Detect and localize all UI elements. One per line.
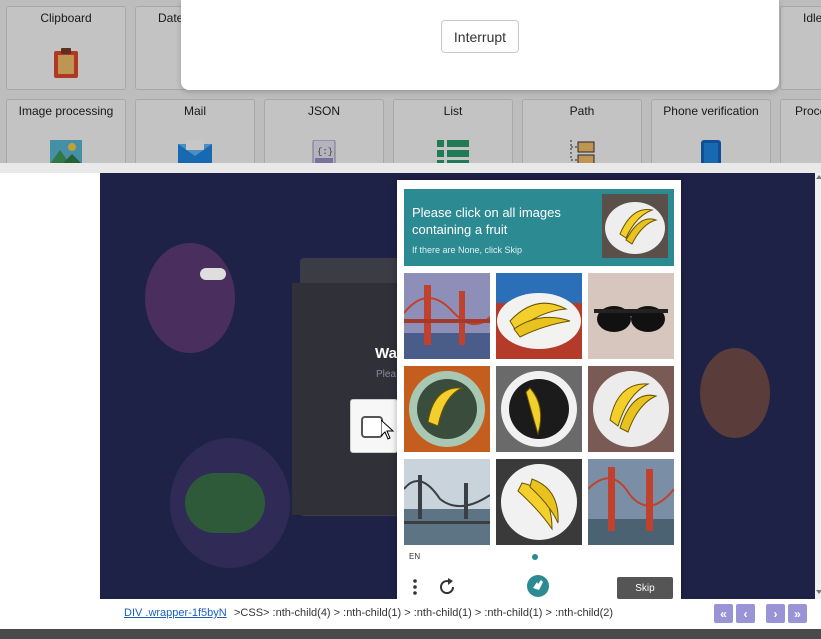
tile-mail[interactable]: Mail	[135, 99, 255, 163]
json-file-icon: {:}	[311, 139, 337, 163]
preview-scrollbar[interactable]	[815, 173, 821, 599]
chevron-right-icon: ›	[773, 606, 778, 621]
page-indicator-dot	[532, 554, 538, 560]
captcha-tile-bridge[interactable]	[404, 459, 490, 545]
app-root: Clipboard Date Idle Image processing Mai…	[0, 0, 821, 639]
more-options-icon[interactable]	[411, 578, 419, 596]
tile-label: Path	[569, 104, 595, 118]
language-selector[interactable]: EN	[409, 552, 420, 561]
status-strip	[0, 629, 821, 639]
running-modal: Interrupt	[181, 0, 779, 90]
captcha-tile-banana[interactable]	[496, 273, 582, 359]
svg-text:{:}: {:}	[317, 147, 333, 157]
image-icon	[50, 140, 82, 163]
first-element-button[interactable]: «	[714, 604, 733, 623]
scroll-down-icon[interactable]	[816, 590, 821, 594]
mouse-cursor-icon	[381, 420, 395, 440]
tile-json[interactable]: JSON {:}	[264, 99, 384, 163]
tile-list[interactable]: List	[393, 99, 513, 163]
captcha-prompt: Please click on all images containing a …	[412, 205, 561, 237]
captcha-tile-banana[interactable]	[404, 366, 490, 452]
tile-path[interactable]: Path	[522, 99, 642, 163]
captcha-tile-banana[interactable]	[496, 366, 582, 452]
path-icon	[568, 140, 596, 163]
captcha-tile-sunglasses[interactable]	[588, 273, 674, 359]
tile-label: Proce	[795, 104, 821, 118]
tile-process[interactable]: Proce	[780, 99, 821, 163]
tile-label: Phone verification	[663, 104, 759, 118]
previous-element-button[interactable]: ‹	[736, 604, 755, 623]
tile-label: Mail	[183, 104, 206, 118]
illustration-blob	[700, 348, 770, 438]
illustration-creature	[185, 473, 265, 533]
chevron-left-icon: ‹	[743, 606, 748, 621]
next-element-button[interactable]: ›	[766, 604, 785, 623]
captcha-checkbox-widget[interactable]	[350, 399, 398, 453]
tile-label: Image processing	[18, 104, 114, 118]
captcha-tile-bridge[interactable]	[404, 273, 490, 359]
element-selector-link[interactable]: DIV .wrapper-1f5byN	[124, 607, 227, 619]
divider	[0, 163, 821, 173]
chat-bubble-icon	[200, 268, 226, 280]
skip-button[interactable]: Skip	[617, 577, 673, 599]
captcha-tile-bridge[interactable]	[588, 459, 674, 545]
captcha-challenge: Please click on all images containing a …	[397, 180, 681, 599]
tile-image-processing[interactable]: Image processing	[6, 99, 126, 163]
tile-idle[interactable]: Idle	[780, 6, 821, 90]
refresh-icon[interactable]	[437, 577, 457, 597]
verify-subtitle: Plea	[376, 369, 397, 380]
double-chevron-left-icon: «	[720, 606, 727, 621]
captcha-tile-banana[interactable]	[496, 459, 582, 545]
hcaptcha-logo-icon	[526, 574, 550, 598]
tile-label: JSON	[307, 104, 340, 118]
selector-bar: DIV .wrapper-1f5byN >CSS> :nth-child(4) …	[0, 599, 821, 629]
list-icon	[437, 140, 469, 163]
captcha-header: Please click on all images containing a …	[404, 189, 674, 266]
css-selector-path: >CSS> :nth-child(4) > :nth-child(1) > :n…	[234, 607, 614, 619]
last-element-button[interactable]: »	[788, 604, 807, 623]
phone-icon	[701, 140, 721, 163]
scroll-up-icon[interactable]	[816, 175, 821, 179]
sample-banana-image	[602, 194, 668, 258]
captcha-checkbox[interactable]	[361, 416, 383, 438]
captcha-hint: If there are None, click Skip	[412, 245, 523, 255]
captcha-tile-banana[interactable]	[588, 366, 674, 452]
illustration-blob	[145, 243, 235, 353]
tile-clipboard[interactable]: Clipboard	[6, 6, 126, 90]
verify-title: Wa	[375, 345, 397, 362]
double-chevron-right-icon: »	[794, 606, 801, 621]
tile-phone-verification[interactable]: Phone verification	[651, 99, 771, 163]
tile-label: Idle	[803, 11, 821, 25]
tile-label: List	[443, 104, 463, 118]
mail-icon	[178, 140, 212, 163]
interrupt-button[interactable]: Interrupt	[441, 20, 519, 53]
clipboard-icon	[52, 47, 80, 84]
tile-label: Clipboard	[40, 11, 92, 25]
